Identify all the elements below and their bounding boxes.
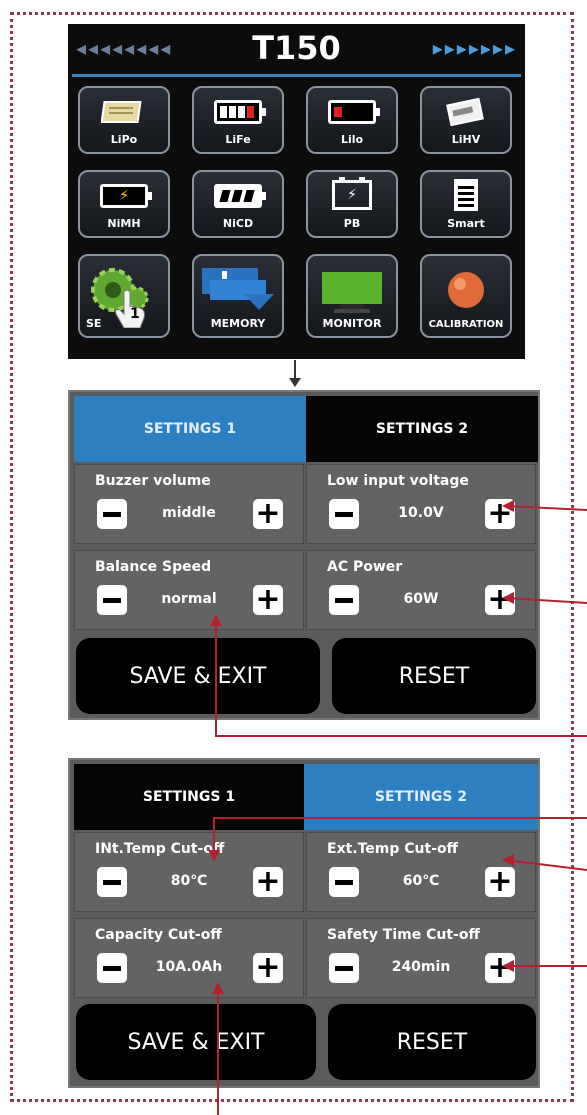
annotation-lines: [208, 500, 587, 1115]
